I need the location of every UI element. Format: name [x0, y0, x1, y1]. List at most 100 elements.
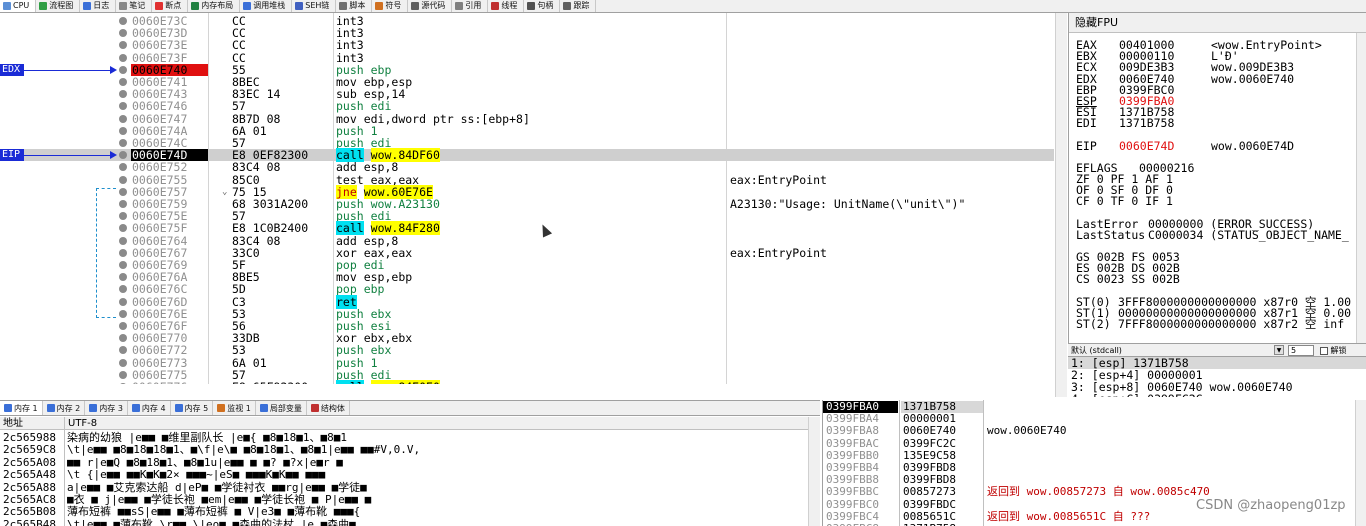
breakpoint-dot-icon[interactable]	[119, 90, 127, 99]
register-row[interactable]: EIP 0060E74D wow.0060E74D	[1076, 140, 1294, 152]
disasm-row[interactable]: 0060E76D C3 ret	[0, 294, 1054, 309]
stack-row[interactable]: 0399FBB8 0399FBD8	[823, 474, 1366, 486]
disasm-row[interactable]: 0060E759 68 3031A200 push wow.A23130 A23130…	[0, 198, 1054, 210]
bottom-tab-0[interactable]: 内存 1	[0, 401, 43, 415]
stack-row[interactable]: 0399FBB4 0399FBD8	[823, 462, 1366, 474]
breakpoint-dot-icon[interactable]	[119, 358, 127, 367]
breakpoint-dot-icon[interactable]	[119, 322, 127, 330]
register-value[interactable]: 0060E74D	[1119, 140, 1211, 152]
disasm-row[interactable]: 0060E74D E8 0EF82300 call wow.84DF60	[0, 148, 1054, 163]
checkbox-icon[interactable]	[1320, 346, 1328, 355]
breakpoint-dot-icon[interactable]	[119, 273, 127, 282]
breakpoint-dot-icon[interactable]	[119, 297, 127, 306]
disasm-row[interactable]: 0060E752 83C4 08 add esp,8	[0, 161, 1054, 173]
stack-row[interactable]: 0399FBAC 0399FC2C	[823, 437, 1366, 450]
disasm-row[interactable]: 0060E74A 6A 01 push 1	[0, 125, 1054, 137]
register-row[interactable]: LastStatus C0000034 (STATUS_OBJECT_NAME_	[1076, 229, 1358, 241]
calling-convention-select[interactable]: 默认 (stdcall) ▼	[1068, 344, 1284, 357]
disasm-row[interactable]: 0060E747 8B7D 08 mov edi,dword ptr ss:[ebp…	[0, 113, 1054, 125]
register-row[interactable]: ST(2) 7FFF8000000000000000 x87r2 空 inf	[1076, 318, 1358, 330]
stack-row[interactable]: 0399FBA4 00000001	[823, 413, 1366, 425]
disasm-row[interactable]: 0060E73D CC int3	[0, 27, 1054, 39]
bottom-tab-2[interactable]: 内存 3	[85, 401, 128, 415]
bottom-tab-6[interactable]: 局部变量	[256, 401, 307, 415]
disasm-row[interactable]: ⌄ 0060E757 75 15 jne wow.60E76E	[0, 184, 1054, 199]
tab-4[interactable]: 断点	[152, 0, 189, 12]
dump-vertical-scrollbar[interactable]	[808, 417, 820, 526]
disasm-row[interactable]: 0060E773 6A 01 push 1	[0, 357, 1054, 369]
dump-header-address[interactable]: 地址	[0, 417, 65, 430]
disasm-row[interactable]: 0060E772 53 push ebx	[0, 344, 1054, 356]
breakpoint-dot-icon[interactable]	[119, 370, 127, 379]
stack-row[interactable]: 0399FBA0 1371B758	[823, 401, 1366, 413]
tab-2[interactable]: 日志	[80, 0, 117, 12]
stack-row[interactable]: 0399FBBC 00857273 返回到 wow.00857273 自 wow.0…	[823, 486, 1366, 498]
breakpoint-dot-icon[interactable]	[119, 261, 127, 269]
disasm-row[interactable]: 0060E769 5F pop edi	[0, 259, 1054, 271]
tab-12[interactable]: 线程	[488, 0, 525, 12]
breakpoint-dot-icon[interactable]	[119, 126, 127, 135]
bottom-tab-1[interactable]: 内存 2	[43, 401, 86, 415]
hide-fpu-toggle[interactable]: 隐藏FPU	[1069, 13, 1366, 33]
disasm-row[interactable]: 0060E746 57 push edi	[0, 100, 1054, 112]
tab-11[interactable]: 引用	[452, 0, 489, 12]
breakpoint-dot-icon[interactable]	[119, 200, 127, 208]
breakpoint-dot-icon[interactable]	[119, 285, 127, 294]
disasm-row[interactable]: 0060E741 8BEC mov ebp,esp	[0, 76, 1054, 88]
register-value[interactable]: C0000034 (STATUS_OBJECT_NAME_	[1148, 229, 1358, 241]
bottom-tab-7[interactable]: 结构体	[307, 401, 350, 415]
register-row[interactable]: EDI 1371B758	[1076, 117, 1211, 129]
disasm-row[interactable]: 0060E775 57 push edi	[0, 369, 1054, 381]
tab-9[interactable]: 符号	[372, 0, 409, 12]
stack-row[interactable]: 0399FBA8 0060E740 wow.0060E740	[823, 425, 1366, 437]
disasm-row[interactable]: 0060E73F CC int3	[0, 52, 1054, 64]
disasm-row[interactable]: 0060E764 83C4 08 add esp,8	[0, 235, 1054, 247]
breakpoint-dot-icon[interactable]	[119, 151, 127, 160]
disasm-row[interactable]: 0060E73E CC int3	[0, 39, 1054, 51]
disasm-row[interactable]: 0060E76A 8BE5 mov esp,ebp	[0, 271, 1054, 283]
register-value[interactable]: 1371B758	[1119, 117, 1211, 129]
breakpoint-dot-icon[interactable]	[119, 224, 127, 233]
breakpoint-dot-icon[interactable]	[119, 163, 127, 172]
tab-14[interactable]: 跟踪	[560, 0, 597, 12]
tab-3[interactable]: 笔记	[116, 0, 153, 12]
breakpoint-dot-icon[interactable]	[119, 65, 127, 74]
argument-count-spinner[interactable]: 5	[1288, 345, 1314, 356]
disasm-row[interactable]: 0060E770 33DB xor ebx,ebx	[0, 332, 1054, 344]
tab-7[interactable]: SEH链	[292, 0, 337, 12]
breakpoint-dot-icon[interactable]	[119, 17, 127, 25]
breakpoint-dot-icon[interactable]	[119, 41, 127, 50]
bottom-tab-5[interactable]: 监视 1	[213, 401, 256, 415]
breakpoint-dot-icon[interactable]	[119, 114, 127, 123]
breakpoint-dot-icon[interactable]	[119, 309, 127, 318]
stack-row[interactable]: 0399FBB0 135E9C58	[823, 449, 1366, 462]
disasm-row[interactable]: 0060E767 33C0 xor eax,eax eax:EntryPoint	[0, 247, 1054, 259]
disasm-row[interactable]: 0060E743 83EC 14 sub esp,14	[0, 88, 1054, 100]
tab-6[interactable]: 调用堆栈	[240, 0, 293, 12]
disassembly-vertical-scrollbar[interactable]	[1055, 13, 1067, 397]
arguments-list[interactable]: 1: [esp] 1371B758 2: [esp+4] 00000001 3: […	[1068, 357, 1366, 397]
disasm-row[interactable]: 0060E75F E8 1C0B2400 call wow.84F280	[0, 221, 1054, 236]
register-value[interactable]: 7FFF8000000000000000 x87r2 空 inf	[1118, 318, 1358, 330]
breakpoint-dot-icon[interactable]	[119, 212, 127, 221]
breakpoint-dot-icon[interactable]	[119, 139, 127, 147]
bottom-tab-4[interactable]: 内存 5	[171, 401, 214, 415]
tab-5[interactable]: 内存布局	[188, 0, 241, 12]
breakpoint-dot-icon[interactable]	[119, 29, 127, 38]
chevron-down-icon[interactable]: ▼	[1274, 345, 1284, 355]
disasm-row[interactable]: 0060E740 55 push ebp	[0, 63, 1054, 76]
disasm-row[interactable]: 0060E75E 57 push edi	[0, 210, 1054, 222]
breakpoint-dot-icon[interactable]	[119, 53, 127, 62]
tab-10[interactable]: 源代码	[408, 0, 453, 12]
breakpoint-dot-icon[interactable]	[119, 236, 127, 245]
unlock-checkbox[interactable]: 解锁	[1320, 344, 1347, 357]
breakpoint-dot-icon[interactable]	[119, 334, 127, 343]
tab-1[interactable]: 流程图	[36, 0, 81, 12]
memory-dump-view[interactable]: 地址 UTF-8 2c565988 染病的幼狼 |e■■ ■维里副队长 |e■{ …	[0, 417, 820, 526]
breakpoint-dot-icon[interactable]	[119, 383, 127, 384]
stack-vertical-scrollbar[interactable]	[1355, 400, 1366, 526]
tab-13[interactable]: 句柄	[524, 0, 561, 12]
disassembly-view[interactable]: 0060E73C CC int3 0060E73D CC int3 0060E73E CC in…	[0, 13, 1054, 384]
disasm-row[interactable]: 0060E776 E8 65F92300 call wow.84E0E0	[0, 380, 1054, 384]
breakpoint-dot-icon[interactable]	[119, 175, 127, 184]
